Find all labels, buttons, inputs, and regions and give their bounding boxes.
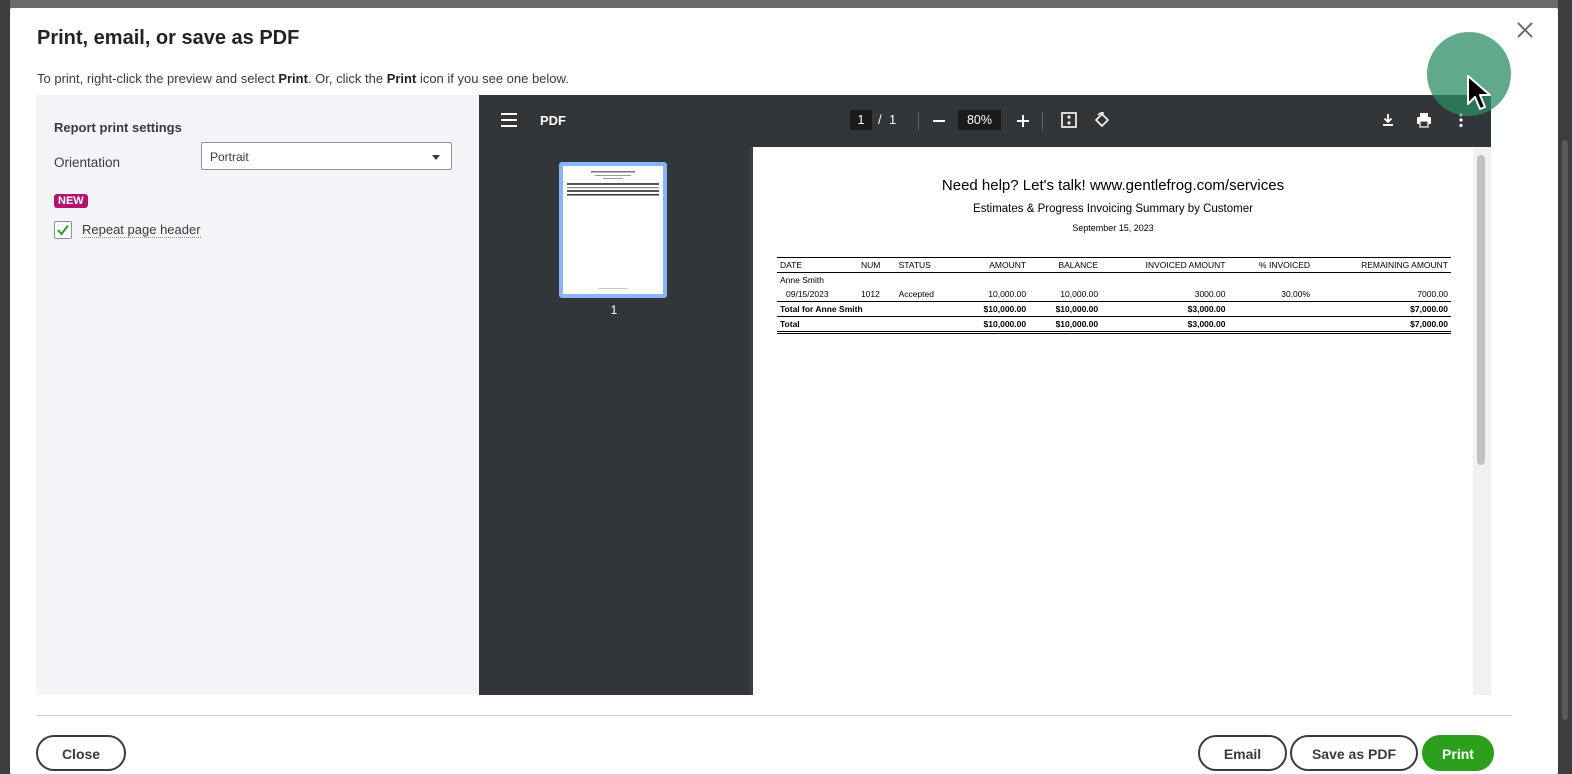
- mouse-pointer-icon: [1467, 75, 1491, 110]
- column-header: STATUS: [895, 257, 958, 273]
- total-row: Total $10,000.00 $10,000.00 $3,000.00 $7…: [777, 316, 1451, 334]
- report-table: DATE NUM STATUS AMOUNT BALANCE INVOICED …: [777, 257, 1451, 334]
- orientation-select[interactable]: Portrait: [201, 142, 452, 170]
- cell-amount: 10,000.00: [988, 289, 1027, 299]
- thumbnail-preview-icon: [567, 171, 659, 289]
- column-header: AMOUNT: [957, 257, 1030, 273]
- column-header: REMAINING AMOUNT: [1313, 257, 1451, 273]
- page-separator: /: [878, 112, 882, 127]
- checkmark-icon: [57, 224, 69, 236]
- orientation-value: Portrait: [210, 150, 249, 164]
- cell-balance: 10,000.00: [1060, 289, 1099, 299]
- dialog-instructions: To print, right-click the preview and se…: [37, 71, 569, 86]
- thumbnail-page-number: 1: [610, 303, 618, 317]
- zoom-out-icon[interactable]: [933, 120, 945, 122]
- report-print-settings-panel: Report print settings Orientation Portra…: [36, 95, 479, 695]
- zoom-input[interactable]: 80%: [958, 110, 1001, 130]
- thumbnail-sidebar: 1: [479, 147, 749, 695]
- cell-num: 1012: [860, 289, 880, 299]
- cell-invoiced-amount: 3000.00: [1194, 289, 1226, 299]
- background-app-edge: [0, 0, 10, 774]
- print-icon[interactable]: [1415, 111, 1433, 129]
- toolbar-divider: [1042, 112, 1043, 130]
- print-button[interactable]: Print: [1422, 735, 1494, 771]
- repeat-header-label[interactable]: Repeat page header: [82, 222, 201, 238]
- column-header: DATE: [777, 257, 858, 273]
- subtotal-invoiced: $3,000.00: [1101, 301, 1229, 317]
- total-pages: 1: [889, 112, 897, 127]
- new-badge: NEW: [54, 194, 88, 208]
- cell-status: Accepted: [898, 289, 935, 299]
- table-header-row: DATE NUM STATUS AMOUNT BALANCE INVOICED …: [777, 257, 1451, 273]
- pdf-page: Need help? Let's talk! www.gentlefrog.co…: [753, 147, 1473, 695]
- subtotal-label: Total for Anne Smith: [777, 301, 958, 317]
- page-canvas: Need help? Let's talk! www.gentlefrog.co…: [749, 147, 1491, 695]
- subtotal-amount: $10,000.00: [957, 301, 1030, 317]
- close-icon[interactable]: [1513, 18, 1537, 42]
- menu-icon[interactable]: [501, 113, 517, 127]
- customer-group-row: Anne Smith: [777, 273, 1451, 288]
- page-thumbnail[interactable]: [559, 162, 667, 298]
- report-date: September 15, 2023: [1072, 223, 1154, 233]
- column-header: BALANCE: [1029, 257, 1102, 273]
- table-row: 09/15/2023 1012 Accepted 10,000.00 10,00…: [777, 287, 1451, 302]
- fit-to-page-icon[interactable]: [1060, 111, 1078, 129]
- close-button[interactable]: Close: [36, 735, 126, 771]
- subtotal-balance: $10,000.00: [1029, 301, 1102, 317]
- total-remaining: $7,000.00: [1313, 316, 1451, 334]
- scrollbar-thumb[interactable]: [1477, 155, 1485, 465]
- dialog-title: Print, email, or save as PDF: [37, 27, 300, 49]
- total-invoiced: $3,000.00: [1101, 316, 1229, 334]
- pdf-viewer: PDF 1 / 1 80% 1 Need help? Let's talk! w…: [479, 95, 1491, 695]
- report-headline: Need help? Let's talk! www.gentlefrog.co…: [941, 177, 1285, 194]
- column-header: % INVOICED: [1228, 257, 1314, 273]
- pdf-toolbar: PDF 1 / 1 80%: [479, 95, 1491, 147]
- column-header: INVOICED AMOUNT: [1101, 257, 1229, 273]
- footer-divider: [36, 715, 1512, 716]
- repeat-header-checkbox[interactable]: [54, 221, 72, 239]
- chevron-down-icon: [432, 155, 440, 160]
- print-dialog: Print, email, or save as PDF To print, r…: [10, 8, 1558, 774]
- download-icon[interactable]: [1379, 111, 1397, 129]
- cell-remaining-amount: 7000.00: [1417, 289, 1448, 299]
- pdf-title: PDF: [540, 113, 566, 128]
- subtotal-row: Total for Anne Smith $10,000.00 $10,000.…: [777, 301, 1451, 317]
- toolbar-divider: [918, 112, 919, 130]
- rotate-icon[interactable]: [1093, 111, 1111, 129]
- save-as-pdf-button[interactable]: Save as PDF: [1290, 735, 1418, 771]
- viewer-scrollbar[interactable]: [1473, 147, 1491, 695]
- customer-name: Anne Smith: [780, 275, 824, 285]
- column-header: NUM: [857, 257, 896, 273]
- settings-title: Report print settings: [54, 120, 182, 135]
- orientation-label: Orientation: [54, 155, 121, 170]
- email-button[interactable]: Email: [1198, 735, 1287, 771]
- total-amount: $10,000.00: [957, 316, 1030, 334]
- total-balance: $10,000.00: [1029, 316, 1102, 334]
- report-subtitle: Estimates & Progress Invoicing Summary b…: [973, 203, 1253, 215]
- cell-date: 09/15/2023: [786, 289, 829, 299]
- background-scrollbar: [1558, 0, 1572, 774]
- total-label: Total: [777, 316, 958, 334]
- cell-percent-invoiced: 30.00%: [1281, 289, 1311, 299]
- subtotal-remaining: $7,000.00: [1313, 301, 1451, 317]
- zoom-in-icon[interactable]: [1016, 114, 1030, 128]
- page-number-input[interactable]: 1: [850, 110, 872, 130]
